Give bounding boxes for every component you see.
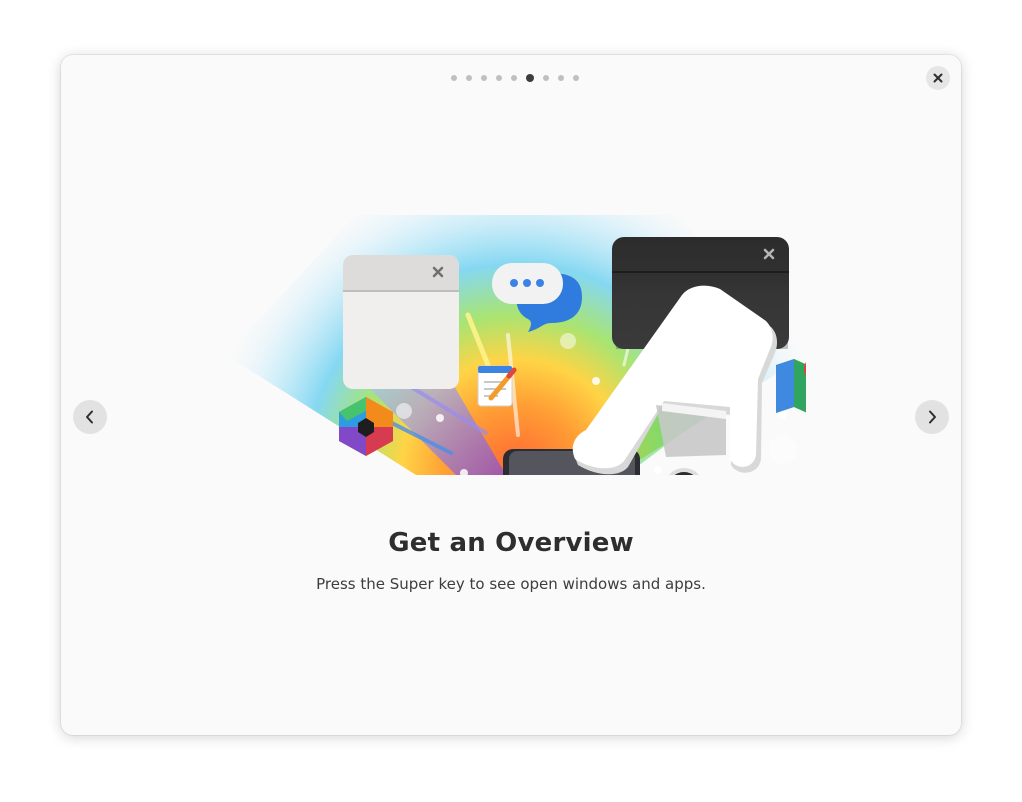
page-dot[interactable] [558,75,564,81]
clock-app-icon [668,468,700,475]
previous-page-button[interactable] [73,400,107,434]
page-dot[interactable] [451,75,457,81]
next-page-button[interactable] [915,400,949,434]
overview-illustration [226,215,806,475]
page-dot[interactable] [481,75,487,81]
maps-app-icon [776,359,806,413]
slide-description: Press the Super key to see open windows … [316,575,706,593]
close-button[interactable] [926,66,950,90]
page-dot-active[interactable] [526,74,534,82]
page-dot[interactable] [573,75,579,81]
chevron-left-icon [86,410,93,424]
chevron-right-icon [929,410,936,424]
text-editor-icon [477,365,517,407]
page-dot[interactable] [511,75,517,81]
close-icon [933,73,943,83]
page-indicator [61,74,961,82]
welcome-tour-window: Get an Overview Press the Super key to s… [61,55,961,735]
slide-title: Get an Overview [388,528,634,558]
page-dot[interactable] [543,75,549,81]
light-window-graphic [343,255,459,389]
page-dot[interactable] [466,75,472,81]
page-dot[interactable] [496,75,502,81]
